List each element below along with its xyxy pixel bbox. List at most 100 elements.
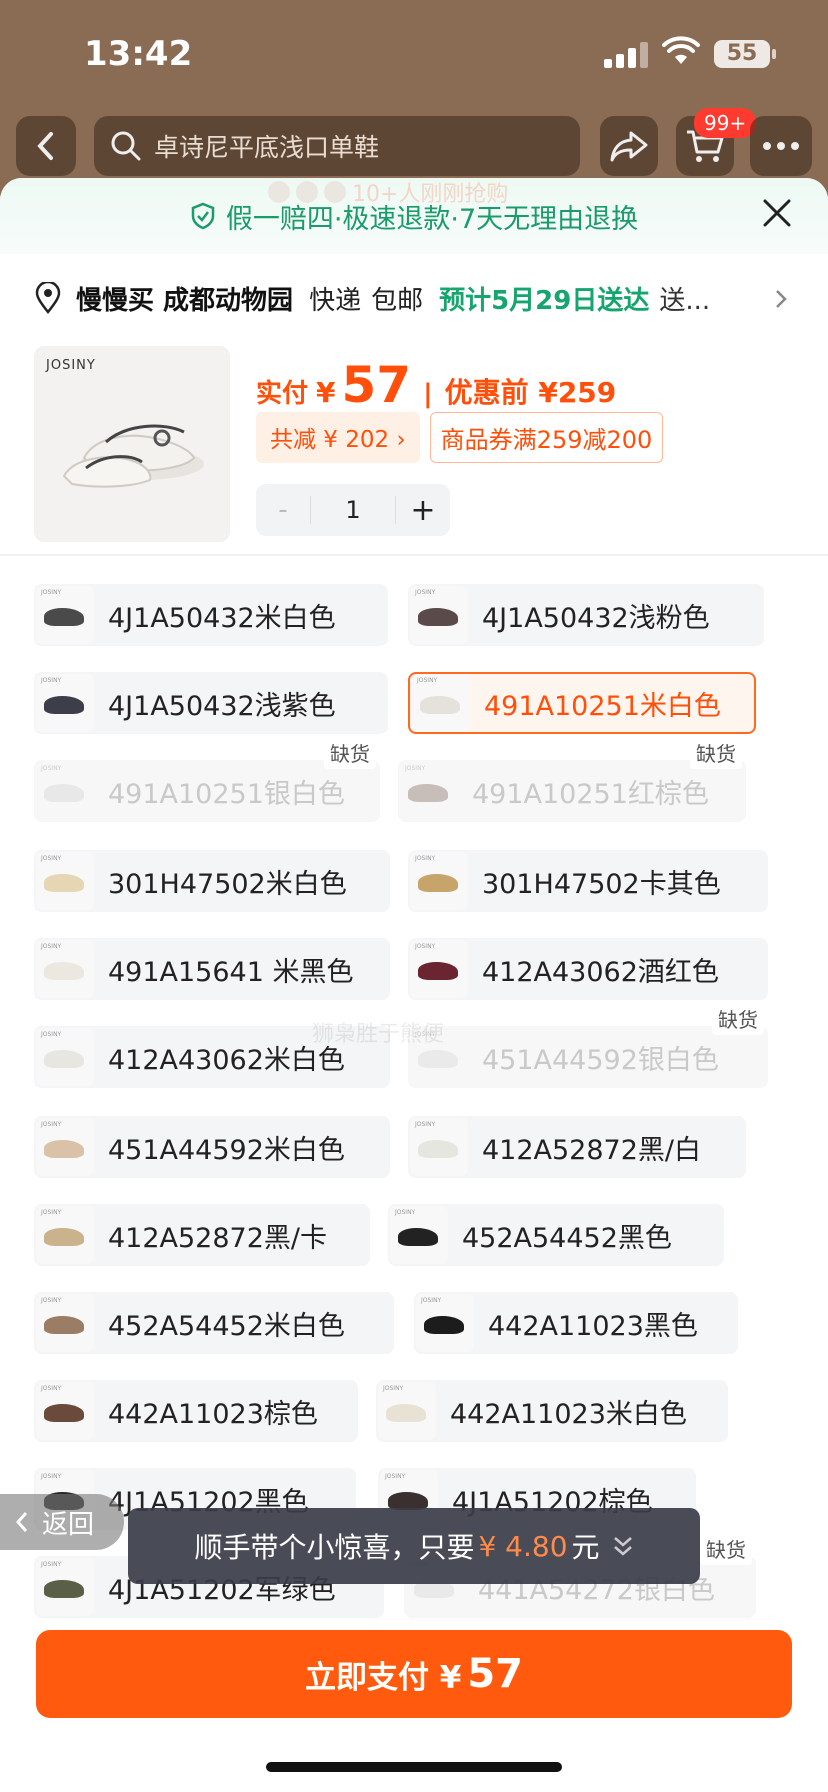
more-icon xyxy=(763,142,799,150)
shoe-icon xyxy=(44,696,84,714)
variant-thumbnail: JOSINY xyxy=(378,1382,436,1440)
variant-option[interactable]: JOSINY 442A11023黑色 xyxy=(414,1292,738,1354)
variant-label: 491A15641 米黑色 xyxy=(108,956,354,988)
home-indicator xyxy=(266,1762,562,1772)
variant-option[interactable]: JOSINY 4J1A50432米白色 xyxy=(34,584,388,646)
coupon-chip[interactable]: 商品券满259减200 xyxy=(429,412,664,463)
shoe-icon xyxy=(44,1404,84,1422)
variant-label: 4J1A50432浅粉色 xyxy=(482,602,710,634)
more-button[interactable] xyxy=(750,116,812,176)
thumbnail-brand: JOSINY xyxy=(415,855,436,862)
search-bar[interactable]: 卓诗尼平底浅口单鞋 xyxy=(94,116,580,176)
return-pill[interactable]: 返回 xyxy=(0,1494,124,1550)
variant-thumbnail: JOSINY xyxy=(410,940,468,998)
variant-option[interactable]: JOSINY 301H47502卡其色 xyxy=(408,850,768,912)
price-amount: 57 xyxy=(341,356,412,414)
pay-now-button[interactable]: 立即支付 ¥ 57 xyxy=(36,1630,792,1718)
thumbnail-brand: JOSINY xyxy=(41,1297,62,1304)
recent-purchase-ticker: 10+人刚刚抢购 xyxy=(268,178,508,208)
thumbnail-brand: JOSINY xyxy=(41,765,62,772)
thumbnail-brand: JOSINY xyxy=(41,1209,62,1216)
variant-option[interactable]: JOSINY 491A10251银白色 缺货 xyxy=(34,736,380,822)
variant-option[interactable]: JOSINY 491A10251米白色 xyxy=(408,672,756,734)
variant-thumbnail: JOSINY xyxy=(412,674,470,732)
shoe-icon xyxy=(386,1404,426,1422)
toast-suffix: 元 xyxy=(571,1531,600,1564)
variant-thumbnail: JOSINY xyxy=(410,852,468,910)
variant-label: 442A11023棕色 xyxy=(108,1398,318,1430)
shoe-icon xyxy=(44,874,84,892)
quantity-value[interactable]: 1 xyxy=(310,496,396,524)
close-icon[interactable] xyxy=(762,198,792,228)
variant-thumbnail: JOSINY xyxy=(36,940,94,998)
total-discount-chip[interactable]: 共减 ¥ 202 › xyxy=(256,412,420,463)
location-pin-icon xyxy=(35,282,61,314)
toast-prefix: 顺手带个小惊喜，只要 xyxy=(194,1531,475,1564)
status-time: 13:42 xyxy=(84,34,193,74)
cart-badge: 99+ xyxy=(694,108,757,138)
thumbnail-brand: JOSINY xyxy=(417,677,438,684)
variant-thumbnail: JOSINY xyxy=(410,1118,468,1176)
variant-option[interactable]: JOSINY 491A10251红棕色 缺货 xyxy=(398,736,746,822)
variant-option[interactable]: JOSINY 442A11023米白色 xyxy=(376,1380,728,1442)
variant-option[interactable]: JOSINY 452A54452黑色 xyxy=(388,1204,724,1266)
delivery-row[interactable]: 慢慢买 成都动物园 快递 包邮 预计5月29日送达 送... xyxy=(0,270,828,326)
variant-label: 442A11023米白色 xyxy=(450,1398,687,1430)
variant-option[interactable]: JOSINY 412A52872黑/卡 xyxy=(34,1204,370,1266)
toast-amount: ¥ 4.80 xyxy=(478,1529,568,1563)
variant-label: 451A44592米白色 xyxy=(108,1134,345,1166)
thumbnail-brand: JOSINY xyxy=(41,1473,62,1480)
thumbnail-brand: JOSINY xyxy=(383,1385,404,1392)
variant-thumbnail: JOSINY xyxy=(36,1558,94,1616)
variant-thumbnail: JOSINY xyxy=(410,586,468,644)
increment-button[interactable]: + xyxy=(396,493,450,528)
shoe-image xyxy=(62,424,204,488)
variant-option[interactable]: JOSINY 451A44592米白色 xyxy=(34,1116,390,1178)
variant-option[interactable]: JOSINY 451A44592银白色 缺货 xyxy=(408,1002,768,1088)
search-icon xyxy=(111,131,141,161)
variant-option[interactable]: JOSINY 4J1A50432浅紫色 xyxy=(34,672,388,734)
variant-option[interactable]: JOSINY 301H47502米白色 xyxy=(34,850,390,912)
shield-check-icon xyxy=(191,202,215,230)
shoe-icon xyxy=(420,696,460,714)
variant-label: 491A10251红棕色 xyxy=(472,778,709,810)
variant-thumbnail: JOSINY xyxy=(36,1382,94,1440)
price-label: 实付 xyxy=(256,379,309,409)
thumbnail-brand: JOSINY xyxy=(385,1473,406,1480)
add-on-toast[interactable]: 顺手带个小惊喜，只要 ¥ 4.80 元 xyxy=(128,1508,700,1584)
watermark: 狮枭胜于熊便 xyxy=(312,1022,445,1047)
price-row: 实付 ¥ 57 | 优惠前 ¥259 xyxy=(256,356,616,414)
variant-option[interactable]: JOSINY 452A54452米白色 xyxy=(34,1292,394,1354)
out-of-stock-badge: 缺货 xyxy=(700,1532,752,1565)
top-nav: 卓诗尼平底浅口单鞋 99+ xyxy=(0,108,828,178)
shoe-icon xyxy=(418,1050,458,1068)
variant-label: 451A44592银白色 xyxy=(482,1044,719,1076)
shoe-icon xyxy=(44,1228,84,1246)
variant-label: 452A54452米白色 xyxy=(108,1310,345,1342)
product-image[interactable]: JOSINY xyxy=(34,346,230,542)
variant-option[interactable]: JOSINY 412A52872黑/白 xyxy=(408,1116,746,1178)
variant-option[interactable]: JOSINY 491A15641 米黑色 xyxy=(34,938,390,1000)
shipping-method: 快递 xyxy=(309,285,362,316)
variant-label: 412A52872黑/卡 xyxy=(108,1222,327,1254)
variant-label: 442A11023黑色 xyxy=(488,1310,698,1342)
variant-thumbnail: JOSINY xyxy=(36,762,94,820)
variant-label: 412A43062米白色 xyxy=(108,1044,345,1076)
share-button[interactable] xyxy=(600,116,658,176)
pay-button-label: 立即支付 ¥ xyxy=(304,1659,462,1696)
variant-option[interactable]: JOSINY 412A43062酒红色 xyxy=(408,938,768,1000)
thumbnail-brand: JOSINY xyxy=(41,855,62,862)
price-separator: | xyxy=(423,379,433,409)
variant-option[interactable]: JOSINY 442A11023棕色 xyxy=(34,1380,358,1442)
back-button[interactable] xyxy=(16,116,76,176)
variant-label: 301H47502卡其色 xyxy=(482,868,721,900)
shoe-icon xyxy=(398,1228,438,1246)
share-icon xyxy=(610,131,648,162)
variant-label: 412A43062酒红色 xyxy=(482,956,719,988)
variant-option[interactable]: JOSINY 4J1A50432浅粉色 xyxy=(408,584,764,646)
variant-thumbnail: JOSINY xyxy=(36,852,94,910)
guarantee-banner: 10+人刚刚抢购 假一赔四·极速退款·7天无理由退换 xyxy=(0,178,828,254)
search-placeholder: 卓诗尼平底浅口单鞋 xyxy=(154,133,380,162)
thumbnail-brand: JOSINY xyxy=(415,943,436,950)
decrement-button[interactable]: - xyxy=(256,495,310,525)
